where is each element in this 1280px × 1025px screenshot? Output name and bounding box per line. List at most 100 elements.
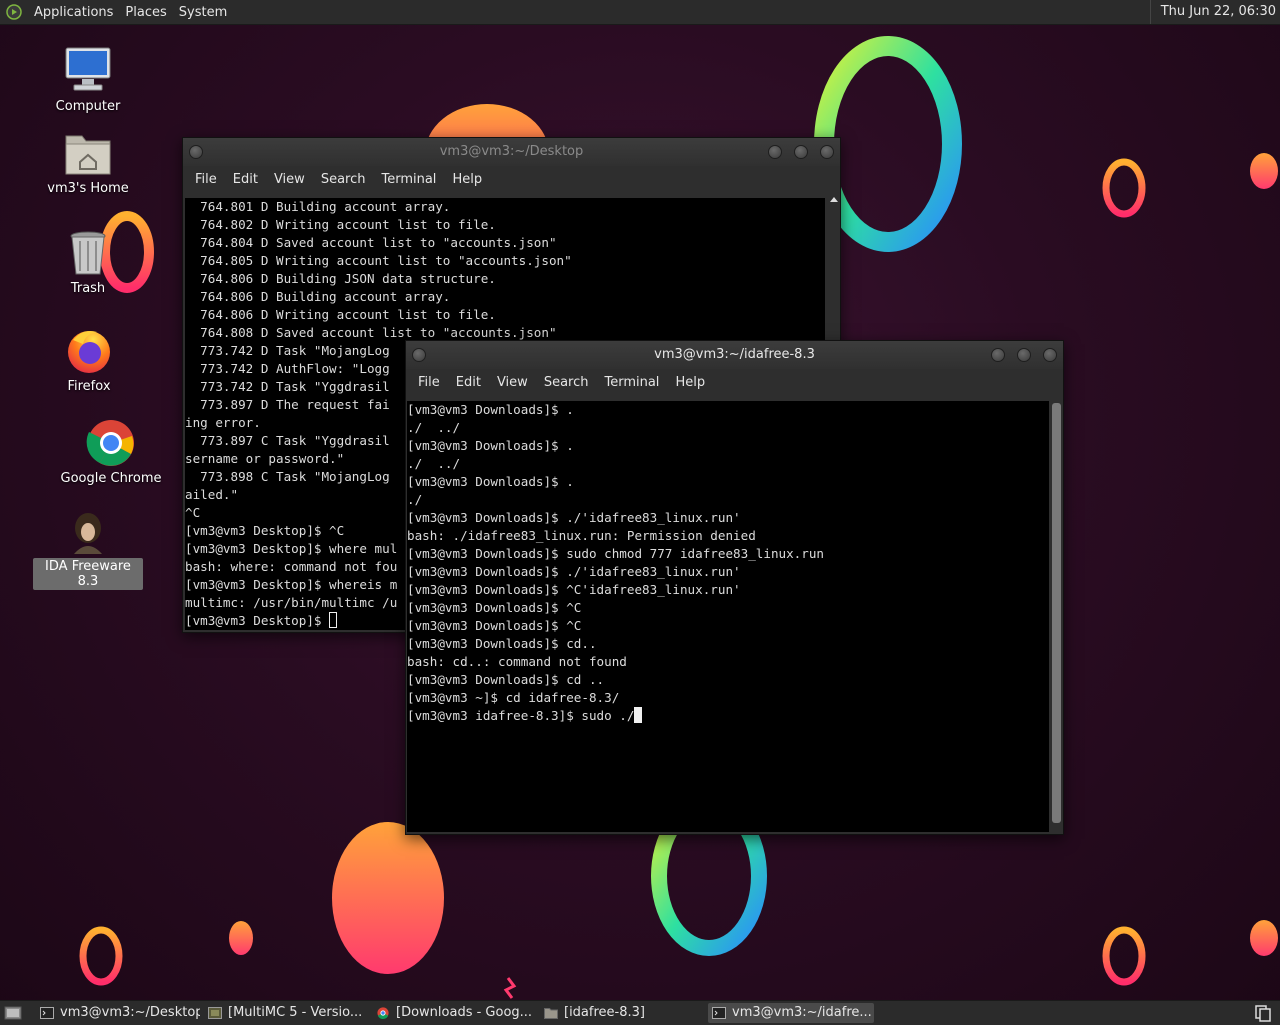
minimize-button[interactable] xyxy=(991,348,1005,362)
computer-icon xyxy=(65,47,111,91)
terminal-output[interactable]: [vm3@vm3 Downloads]$ . ./ ../ [vm3@vm3 Dow… xyxy=(407,401,1049,832)
taskbar-item-multimc[interactable]: [MultiMC 5 - Versio... xyxy=(204,1003,368,1023)
menu-help[interactable]: Help xyxy=(444,172,490,187)
menu-search[interactable]: Search xyxy=(536,375,597,390)
taskbar-item-label: [MultiMC 5 - Versio... xyxy=(228,1005,363,1020)
show-desktop-icon[interactable] xyxy=(4,1005,22,1021)
desktop-icon-label: Trash xyxy=(70,281,106,296)
terminal-line: [vm3@vm3 idafree-8.3]$ sudo ./ xyxy=(407,707,1049,725)
terminal-line: [vm3@vm3 Downloads]$ sudo chmod 777 idaf… xyxy=(407,546,825,561)
taskbar-item-label: vm3@vm3:~/idafre... xyxy=(732,1005,872,1020)
taskbar-item-idafree-terminal[interactable]: vm3@vm3:~/idafre... xyxy=(708,1003,874,1023)
menu-edit[interactable]: Edit xyxy=(448,375,489,390)
taskbar-item-label: vm3@vm3:~/Desktop xyxy=(60,1005,200,1020)
window-menubar: File Edit View Search Terminal Help xyxy=(406,369,1063,395)
terminal-line: ./ ../ xyxy=(407,456,461,471)
taskbar-item-label: [Downloads - Goog... xyxy=(396,1005,533,1020)
terminal-line: [vm3@vm3 Downloads]$ cd .. xyxy=(407,672,605,687)
terminal-line: [vm3@vm3 Downloads]$ ^C xyxy=(407,618,582,633)
minimize-button[interactable] xyxy=(768,145,782,159)
trash-icon xyxy=(70,231,106,275)
terminal-line: 764.804 D Saved account list to "account… xyxy=(185,235,557,250)
desktop-icon-ida[interactable]: IDA Freeware 8.3 xyxy=(33,508,143,590)
terminal-line: [vm3@vm3 Downloads]$ cd.. xyxy=(407,636,597,651)
taskbar: vm3@vm3:~/Desktop [MultiMC 5 - Versio...… xyxy=(0,1000,1280,1025)
terminal-window-idafree[interactable]: vm3@vm3:~/idafree-8.3 File Edit View Sea… xyxy=(405,340,1064,835)
terminal-line: ./ ../ xyxy=(407,420,461,435)
window-title: vm3@vm3:~/Desktop xyxy=(439,144,584,159)
desktop-icon-trash[interactable]: Trash xyxy=(33,228,143,297)
distro-logo-icon[interactable] xyxy=(6,4,22,20)
terminal-line: 764.805 D Writing account list to "accou… xyxy=(185,253,572,268)
folder-icon xyxy=(544,1008,558,1019)
scroll-up-icon[interactable] xyxy=(830,197,838,202)
window-titlebar[interactable]: vm3@vm3:~/idafree-8.3 xyxy=(406,341,1063,369)
menu-system[interactable]: System xyxy=(173,5,233,20)
terminal-line: bash: cd..: command not found xyxy=(407,654,627,669)
terminal-line: [vm3@vm3 Downloads]$ ^C'idafree83_linux.… xyxy=(407,582,741,597)
top-panel: Applications Places System Thu Jun 22, 0… xyxy=(0,0,1280,25)
menu-help[interactable]: Help xyxy=(667,375,713,390)
terminal-line: 764.806 D Writing account list to file. xyxy=(185,307,496,322)
terminal-cursor xyxy=(329,612,338,628)
window-menubar: File Edit View Search Terminal Help xyxy=(183,166,840,192)
clock[interactable]: Thu Jun 22, 06:30 xyxy=(1149,0,1276,24)
menu-terminal[interactable]: Terminal xyxy=(373,172,444,187)
close-button[interactable] xyxy=(1043,348,1057,362)
desktop-icon-label: Firefox xyxy=(67,379,111,394)
desktop-icon-firefox[interactable]: Firefox xyxy=(34,326,144,395)
menu-view[interactable]: View xyxy=(266,172,313,187)
firefox-icon xyxy=(68,331,110,373)
terminal-line: [vm3@vm3 Downloads]$ . xyxy=(407,474,574,489)
terminal-icon xyxy=(712,1007,726,1019)
multimc-icon xyxy=(208,1007,222,1019)
terminal-line: 764.801 D Building account array. xyxy=(185,199,451,214)
terminal-line: 764.806 D Building account array. xyxy=(185,289,451,304)
window-menu-button[interactable] xyxy=(412,348,426,362)
terminal-line: [vm3@vm3 Downloads]$ ^C xyxy=(407,600,582,615)
chrome-icon xyxy=(377,1007,389,1019)
desktop-icon-chrome[interactable]: Google Chrome xyxy=(56,418,166,487)
terminal-line: [vm3@vm3 Downloads]$ ./'idafree83_linux.… xyxy=(407,564,741,579)
close-button[interactable] xyxy=(820,145,834,159)
terminal-icon xyxy=(40,1007,54,1019)
chrome-icon xyxy=(86,420,134,466)
menu-edit[interactable]: Edit xyxy=(225,172,266,187)
menu-file[interactable]: File xyxy=(410,375,448,390)
terminal-line: bash: ./idafree83_linux.run: Permission … xyxy=(407,528,756,543)
terminal-line: [vm3@vm3 Downloads]$ ./'idafree83_linux.… xyxy=(407,510,741,525)
desktop-icon-label: Computer xyxy=(55,99,121,114)
desktop-icon-label: vm3's Home xyxy=(47,181,129,196)
terminal-scrollbar[interactable] xyxy=(1050,397,1063,832)
desktop-icon-label: Google Chrome xyxy=(60,471,162,486)
menu-terminal[interactable]: Terminal xyxy=(596,375,667,390)
home-folder-icon xyxy=(65,135,111,175)
terminal-cursor xyxy=(634,707,643,723)
window-title: vm3@vm3:~/idafree-8.3 xyxy=(654,347,815,362)
terminal-line: [vm3@vm3 Downloads]$ . xyxy=(407,438,574,453)
menu-search[interactable]: Search xyxy=(313,172,374,187)
taskbar-item-desktop-terminal[interactable]: vm3@vm3:~/Desktop xyxy=(36,1003,200,1023)
terminal-line: 764.802 D Writing account list to file. xyxy=(185,217,496,232)
desktop-icon-computer[interactable]: Computer xyxy=(33,44,143,115)
menu-applications[interactable]: Applications xyxy=(28,5,119,20)
menu-places[interactable]: Places xyxy=(119,5,172,20)
window-menu-button[interactable] xyxy=(189,145,203,159)
terminal-line: [vm3@vm3 ~]$ cd idafree-8.3/ xyxy=(407,690,620,705)
window-titlebar[interactable]: vm3@vm3:~/Desktop xyxy=(183,138,840,166)
scrollbar-thumb[interactable] xyxy=(1052,403,1061,823)
menu-file[interactable]: File xyxy=(187,172,225,187)
maximize-button[interactable] xyxy=(794,145,808,159)
menu-view[interactable]: View xyxy=(489,375,536,390)
desktop-icon-home[interactable]: vm3's Home xyxy=(33,128,143,197)
taskbar-item-label: [idafree-8.3] xyxy=(564,1005,645,1020)
taskbar-item-chrome[interactable]: [Downloads - Goog... xyxy=(372,1003,536,1023)
terminal-line: [vm3@vm3 Downloads]$ . xyxy=(407,402,574,417)
workspace-switcher-icon[interactable] xyxy=(1254,1004,1272,1022)
taskbar-item-idafree-folder[interactable]: [idafree-8.3] xyxy=(540,1003,704,1023)
desktop-icon-label: IDA Freeware 8.3 xyxy=(33,558,143,590)
maximize-button[interactable] xyxy=(1017,348,1031,362)
ida-icon xyxy=(74,513,102,554)
terminal-line: ./ xyxy=(407,492,423,507)
terminal-line: 764.806 D Building JSON data structure. xyxy=(185,271,496,286)
